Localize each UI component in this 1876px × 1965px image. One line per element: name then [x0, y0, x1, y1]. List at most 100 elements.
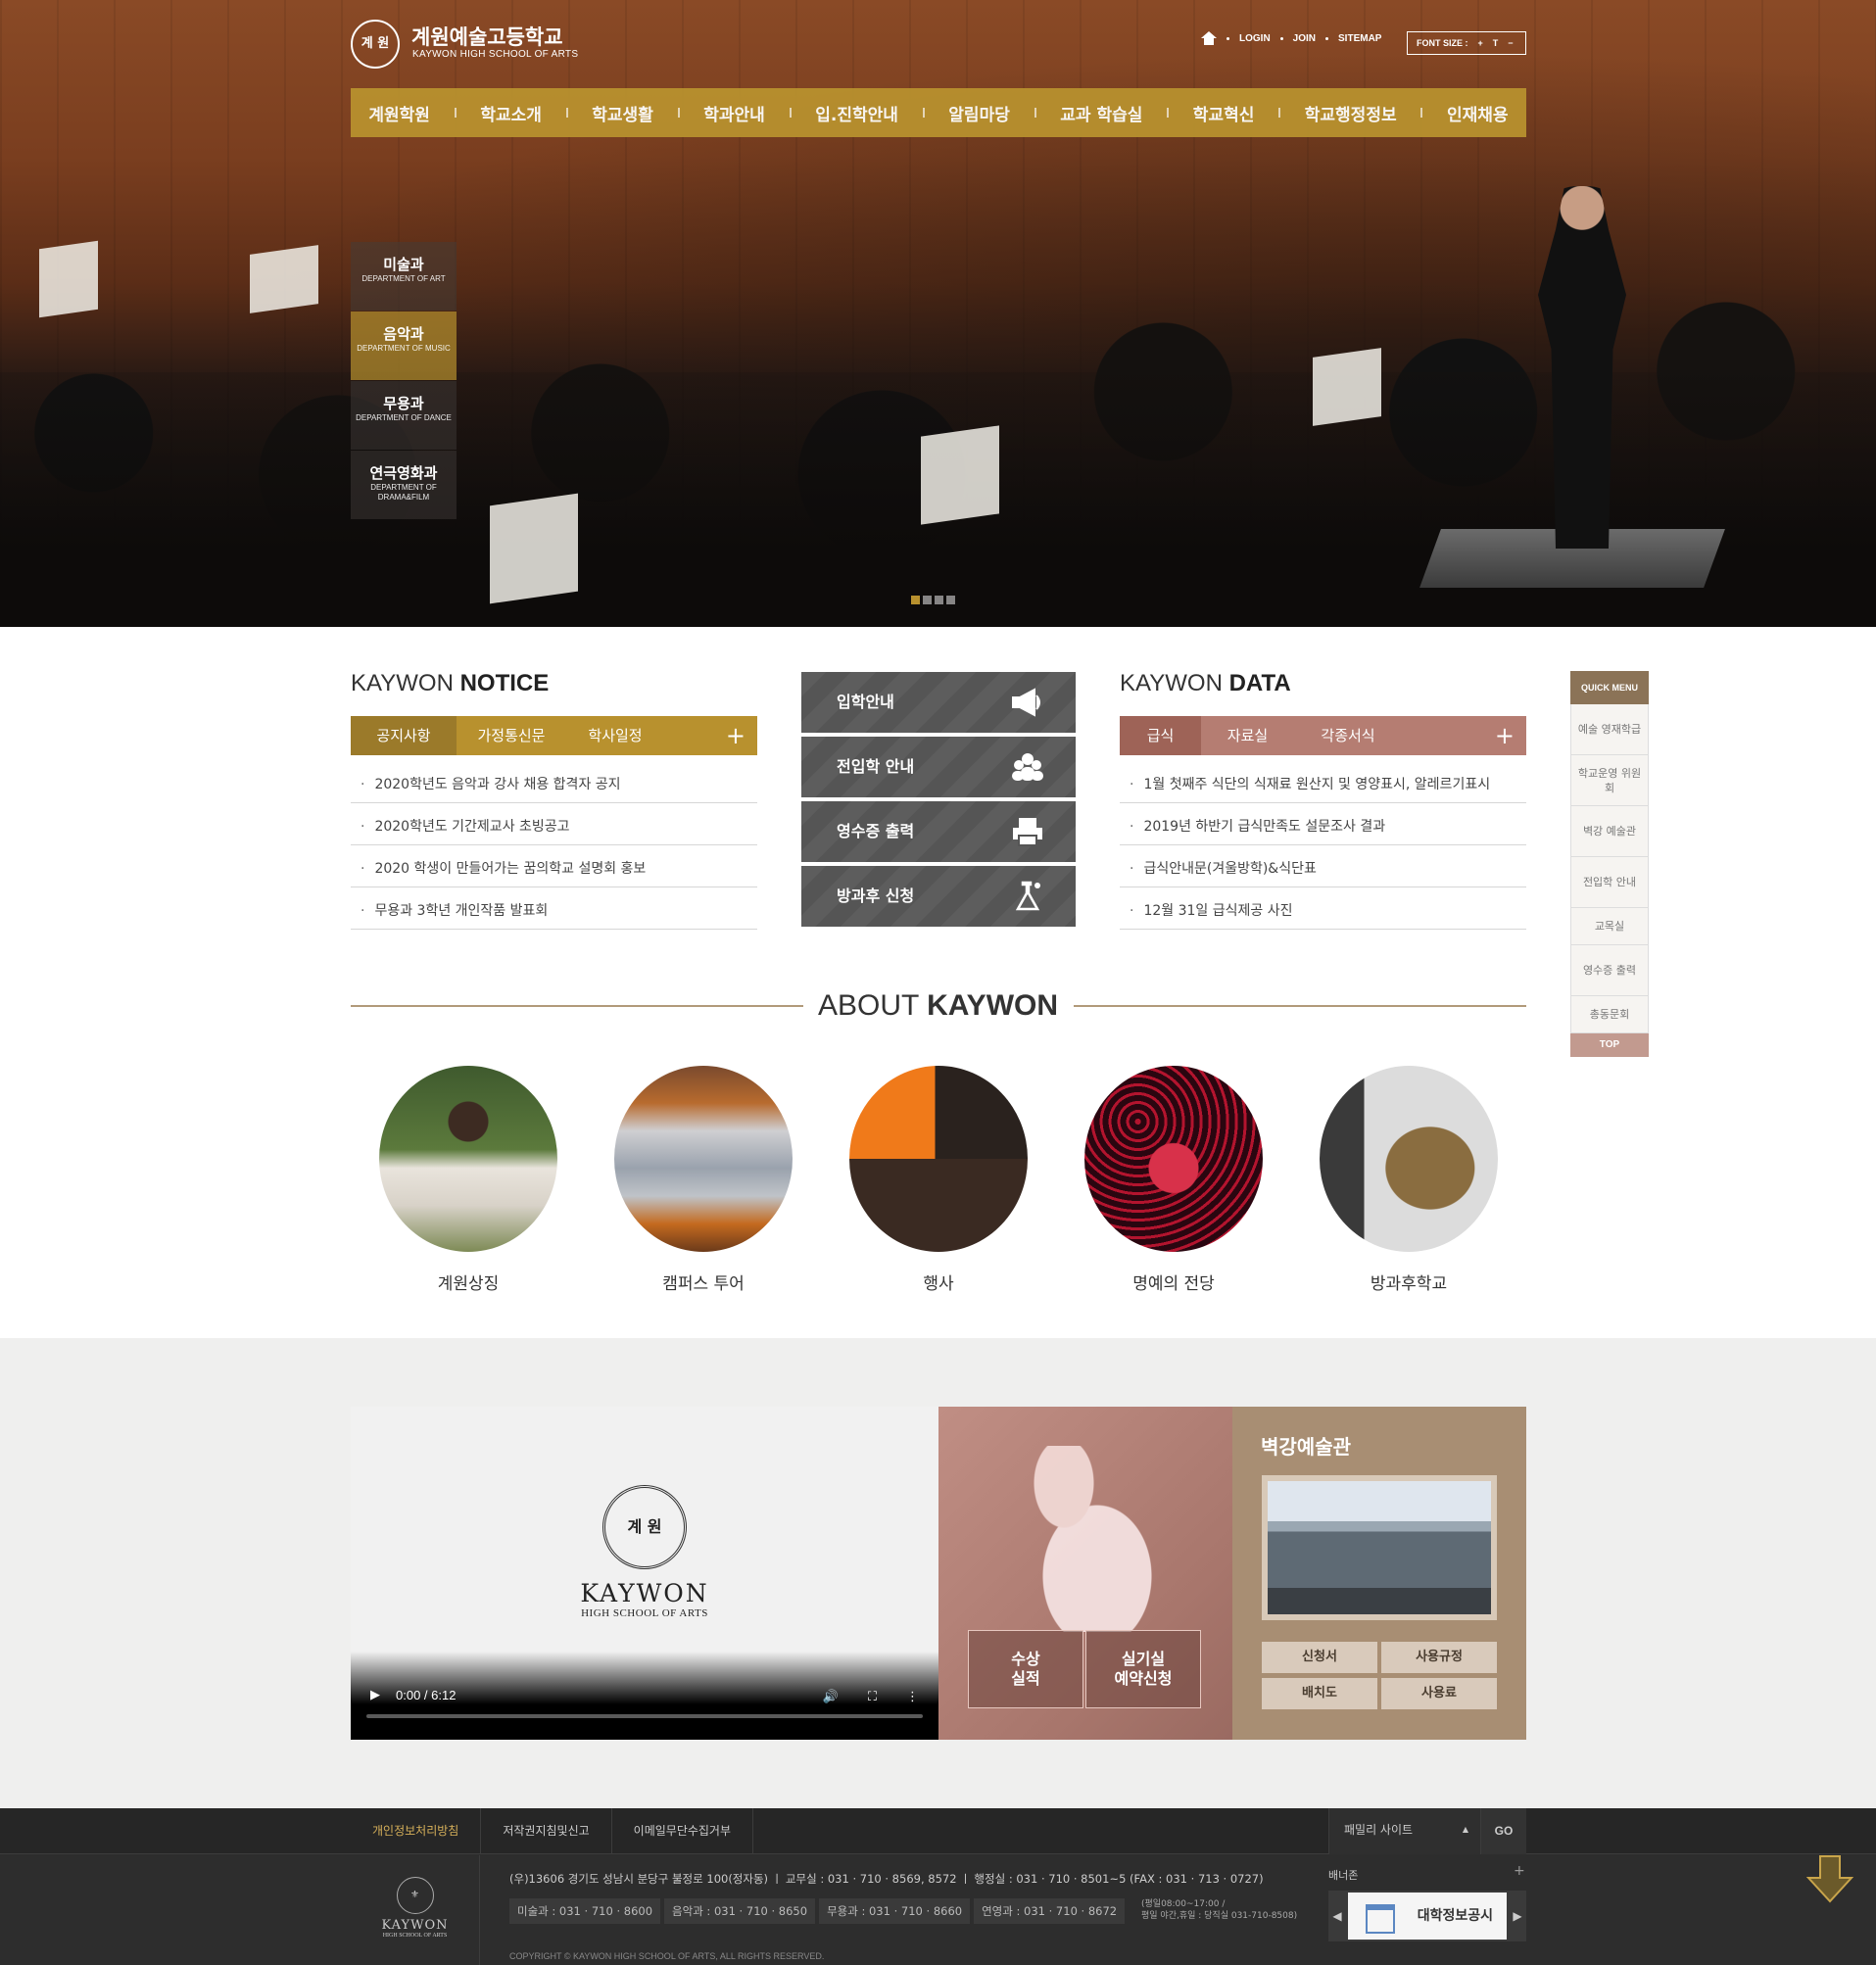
about-hall-of-fame[interactable]: 명예의 전당 [1084, 1066, 1263, 1294]
tab-notice[interactable]: 공지사항 [351, 716, 457, 755]
nav-item[interactable]: 학교생활 [580, 101, 665, 125]
join-link[interactable]: JOIN [1293, 33, 1316, 44]
tab-schedule[interactable]: 학사일정 [566, 716, 664, 755]
nav-item[interactable]: 학교혁신 [1181, 101, 1267, 125]
flask-icon [1015, 881, 1040, 911]
admission-button[interactable]: 입학안내 [801, 672, 1076, 733]
promo-video[interactable]: 계 원 KAYWON HIGH SCHOOL OF ARTS ▶ 0:00 / … [351, 1407, 938, 1740]
quick-menu-item[interactable]: 벽강 예술관 [1570, 806, 1649, 857]
nav-item[interactable]: 알림마당 [937, 101, 1022, 125]
list-item[interactable]: 급식안내문(겨울방학)&식단표 [1120, 845, 1526, 887]
nav-item[interactable]: 학교소개 [468, 101, 553, 125]
fees-button[interactable]: 사용료 [1381, 1678, 1497, 1709]
scroll-down-icon[interactable] [1806, 1854, 1853, 1903]
nav-item[interactable]: 교과 학습실 [1048, 101, 1154, 125]
nav-item[interactable]: 학과안내 [692, 101, 777, 125]
copyright-link[interactable]: 저작권지침및신고 [481, 1808, 612, 1854]
university-info-banner[interactable]: 대학정보공시 [1348, 1893, 1507, 1940]
tab-newsletter[interactable]: 가정통신문 [457, 716, 566, 755]
top-button[interactable]: TOP [1570, 1033, 1649, 1057]
layout-button[interactable]: 배치도 [1262, 1678, 1377, 1709]
rules-button[interactable]: 사용규정 [1381, 1642, 1497, 1673]
about-symbol[interactable]: 계원상징 [379, 1066, 557, 1294]
afterschool-button[interactable]: 방과후 신청 [801, 866, 1076, 927]
nav-item[interactable]: 인재채용 [1435, 101, 1520, 125]
phone-badge: 음악과 : 031 · 710 · 8650 [664, 1898, 816, 1924]
nav-item[interactable]: 학교행정정보 [1293, 101, 1409, 125]
more-options-icon[interactable]: ⋮ [906, 1690, 919, 1704]
font-increase-button[interactable]: + [1478, 32, 1483, 54]
slide-dot[interactable] [935, 596, 943, 604]
quick-menu-item[interactable]: 교목실 [1570, 908, 1649, 945]
banner-prev-icon[interactable]: ◀ [1328, 1891, 1346, 1941]
data-title: KAYWON DATA [1120, 670, 1291, 696]
font-size-label: FONT SIZE : [1417, 38, 1468, 48]
font-reset-button[interactable]: T [1493, 32, 1499, 54]
list-item[interactable]: 2020학년도 기간제교사 초빙공고 [351, 803, 757, 845]
tab-meals[interactable]: 급식 [1120, 716, 1201, 755]
notice-more-icon[interactable]: + [726, 724, 746, 747]
list-item[interactable]: 무용과 3학년 개인작품 발표회 [351, 887, 757, 930]
school-logo[interactable]: 계 원 계원예술고등학교 KAYWON HIGH SCHOOL OF ARTS [351, 20, 586, 69]
quick-menu-item[interactable]: 학교운영 위원회 [1570, 755, 1649, 806]
footer-address: (우)13606 경기도 성남시 분당구 불정로 100(정자동) ㅣ 교무실 … [509, 1872, 1264, 1886]
video-logo: 계 원 KAYWON HIGH SCHOOL OF ARTS [571, 1485, 718, 1619]
list-item[interactable]: 1월 첫째주 식단의 식재료 원산지 및 영양표시, 알레르기표시 [1120, 761, 1526, 803]
dept-dance-button[interactable]: 무용과 DEPARTMENT OF DANCE [351, 381, 457, 450]
dept-art-button[interactable]: 미술과 DEPARTMENT OF ART [351, 242, 457, 311]
list-item[interactable]: 2019년 하반기 급식만족도 설문조사 결과 [1120, 803, 1526, 845]
slide-dot[interactable] [946, 596, 955, 604]
application-button[interactable]: 신청서 [1262, 1642, 1377, 1673]
hall-photo [1262, 1475, 1497, 1620]
events-photo [849, 1066, 1028, 1252]
practice-room-button[interactable]: 실기실 예약신청 [1085, 1630, 1201, 1708]
privacy-link[interactable]: 개인정보처리방침 [351, 1808, 482, 1854]
family-site-select[interactable]: 패밀리 사이트 [1328, 1808, 1480, 1854]
video-time: 0:00 / 6:12 [396, 1687, 457, 1702]
banner-more-icon[interactable]: + [1514, 1863, 1525, 1879]
slide-dot[interactable] [923, 596, 932, 604]
office-hours: (평일08:00~17:00 / 평일 야간,휴일 : 당직실 031-710-… [1141, 1899, 1298, 1921]
dept-music-button[interactable]: 음악과 DEPARTMENT OF MUSIC [351, 312, 457, 380]
tab-archive[interactable]: 자료실 [1201, 716, 1294, 755]
login-link[interactable]: LOGIN [1239, 33, 1271, 44]
data-more-icon[interactable]: + [1495, 724, 1515, 747]
school-emblem-icon: 계 원 [602, 1485, 687, 1569]
dept-drama-button[interactable]: 연극영화과 DEPARTMENT OF DRAMA&FILM [351, 451, 457, 519]
quick-menu-item[interactable]: 예술 영재학급 [1570, 704, 1649, 755]
copyright-text: COPYRIGHT © KAYWON HIGH SCHOOL OF ARTS, … [509, 1951, 825, 1961]
nav-item[interactable]: 입.진학안내 [803, 101, 910, 125]
about-title: ABOUT KAYWON [817, 989, 1059, 1022]
play-icon[interactable]: ▶ [370, 1687, 380, 1702]
tab-forms[interactable]: 각종서식 [1294, 716, 1402, 755]
symbol-photo [379, 1066, 557, 1252]
ballet-dancers-photo [997, 1446, 1164, 1632]
banner-next-icon[interactable]: ▶ [1509, 1891, 1526, 1941]
transfer-button[interactable]: 전입학 안내 [801, 737, 1076, 797]
quick-menu-item[interactable]: 영수증 출력 [1570, 945, 1649, 996]
home-icon[interactable] [1201, 31, 1217, 45]
video-progress-bar[interactable] [366, 1714, 923, 1718]
awards-button[interactable]: 수상 실적 [968, 1630, 1083, 1708]
volume-icon[interactable]: 🔊 [823, 1690, 839, 1704]
list-item[interactable]: 2020 학생이 만들어가는 꿈의학교 설명회 홍보 [351, 845, 757, 887]
font-decrease-button[interactable]: − [1508, 32, 1513, 54]
about-campus-tour[interactable]: 캠퍼스 투어 [614, 1066, 793, 1294]
afterschool-photo [1320, 1066, 1498, 1252]
about-afterschool[interactable]: 방과후학교 [1320, 1066, 1498, 1294]
printer-icon [1013, 818, 1042, 846]
data-list: 1월 첫째주 식단의 식재료 원산지 및 영양표시, 알레르기표시 2019년 … [1120, 761, 1526, 930]
quick-menu-item[interactable]: 전입학 안내 [1570, 857, 1649, 908]
nav-item[interactable]: 계원학원 [357, 101, 442, 125]
phone-badge: 무용과 : 031 · 710 · 8660 [819, 1898, 971, 1924]
go-button[interactable]: GO [1480, 1808, 1526, 1854]
list-item[interactable]: 2020학년도 음악과 강사 채용 합격자 공지 [351, 761, 757, 803]
email-policy-link[interactable]: 이메일무단수집거부 [612, 1808, 754, 1854]
quick-menu-item[interactable]: 총동문회 [1570, 996, 1649, 1033]
receipt-button[interactable]: 영수증 출력 [801, 801, 1076, 862]
fullscreen-icon[interactable]: ⛶ [868, 1690, 877, 1704]
list-item[interactable]: 12월 31일 급식제공 사진 [1120, 887, 1526, 930]
sitemap-link[interactable]: SITEMAP [1338, 33, 1381, 44]
about-events[interactable]: 행사 [849, 1066, 1028, 1294]
slide-dot[interactable] [911, 596, 920, 604]
